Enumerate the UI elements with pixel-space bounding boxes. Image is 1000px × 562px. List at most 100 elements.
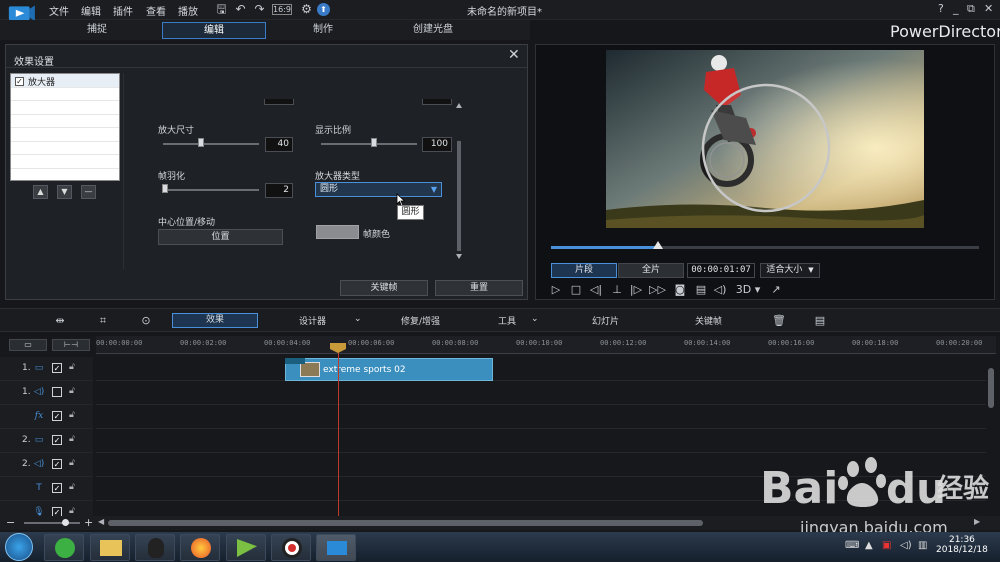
clip-mode-button[interactable]: 片段 [551, 263, 617, 278]
track-enable-checkbox[interactable]: ✓ [52, 411, 62, 421]
fit-timeline-icon[interactable]: ⇹ [52, 313, 68, 329]
menu-plugins[interactable]: 插件 [113, 3, 133, 18]
video-clip[interactable]: extreme sports 02 [285, 358, 493, 381]
slideshow-button[interactable]: 幻灯片 [592, 314, 619, 327]
track-enable-checkbox[interactable]: ✓ [52, 363, 62, 373]
designer-button[interactable]: 设计器 [299, 314, 326, 327]
preview-scrubber[interactable] [551, 241, 979, 249]
minimize-button[interactable]: _ [953, 2, 959, 15]
snapshot-camera-icon[interactable]: ◙ [672, 282, 688, 298]
ratio-value[interactable]: 100 [422, 137, 452, 152]
ime-tray-icon[interactable]: ▥ [918, 540, 927, 551]
taskbar-app-recorder[interactable] [271, 534, 311, 561]
help-button[interactable]: ? [938, 2, 944, 15]
track-enable-checkbox[interactable]: ✓ [52, 459, 62, 469]
zoom-slider-thumb[interactable] [62, 519, 69, 526]
network-tray-icon[interactable]: ▣ [882, 540, 891, 551]
taskbar-app-360[interactable] [44, 534, 84, 561]
tools-button[interactable]: 工具 [498, 314, 516, 327]
start-button[interactable] [5, 533, 33, 561]
restore-button[interactable]: ⧉ [967, 2, 975, 16]
menu-view[interactable]: 查看 [146, 3, 166, 18]
save-icon[interactable]: 🖫 [214, 2, 229, 17]
track-lock-icon[interactable]: 🔓︎ [69, 482, 75, 492]
track-enable-checkbox[interactable]: ✓ [52, 435, 62, 445]
3d-mode-button[interactable]: 3D ▾ [735, 282, 761, 298]
frame-color-swatch[interactable] [316, 225, 359, 239]
track-lock-icon[interactable]: 🔓︎ [69, 506, 75, 516]
upgrade-icon[interactable]: ⬆ [317, 3, 330, 16]
aspect-ratio-icon[interactable]: 16:9 [272, 4, 292, 15]
tab-produce[interactable]: 制作 [286, 22, 360, 39]
track-enable-checkbox[interactable]: ✓ [52, 483, 62, 493]
undock-preview-icon[interactable]: ↗ [768, 282, 784, 298]
track-lock-icon[interactable]: 🔓︎ [69, 458, 75, 468]
ratio-slider[interactable] [321, 143, 417, 145]
keyboard-tray-icon[interactable]: ⌨ [845, 540, 859, 551]
remove-effect-button[interactable]: — [81, 185, 96, 199]
storyboard-view-button[interactable]: ⊢⊣ [52, 339, 90, 351]
keyframe-toolbar-button[interactable]: 关键帧 [695, 314, 722, 327]
menu-file[interactable]: 文件 [49, 3, 69, 18]
tray-expand-icon[interactable]: ▲ [865, 540, 873, 551]
settings-gear-icon[interactable]: ⚙ [299, 2, 314, 17]
track-lock-icon[interactable]: 🔓︎ [69, 410, 75, 420]
scrubber-thumb[interactable] [653, 241, 663, 249]
move-up-button[interactable]: ▲ [33, 185, 48, 199]
undo-icon[interactable]: ↶ [233, 2, 248, 17]
horizontal-scroll-thumb[interactable] [108, 520, 703, 526]
volume-icon[interactable]: ◁) [712, 282, 728, 298]
split-icon[interactable]: ⊥ [609, 282, 625, 298]
subtitle-icon[interactable]: ▤ [693, 282, 709, 298]
menu-play[interactable]: 播放 [178, 3, 198, 18]
panel-close-icon[interactable]: ✕ [508, 47, 520, 63]
track-lock-icon[interactable]: 🔓︎ [69, 434, 75, 444]
panel-scrollbar[interactable] [456, 103, 462, 259]
feather-slider[interactable] [163, 189, 259, 191]
taskbar-clock[interactable]: 21:36 2018/12/18 [936, 535, 988, 555]
repair-enhance-button[interactable]: 修复/增强 [401, 314, 440, 327]
track-row[interactable] [96, 405, 986, 429]
tab-capture[interactable]: 捕捉 [60, 22, 134, 39]
zoom-slider[interactable] [24, 522, 80, 524]
feather-slider-thumb[interactable] [161, 184, 168, 193]
ratio-slider-thumb[interactable] [370, 138, 377, 147]
designer-dropdown-icon[interactable]: ⌄ [354, 314, 362, 324]
stop-icon[interactable]: □ [568, 282, 584, 298]
timeline-view-button[interactable]: ▭ [9, 339, 47, 351]
magnifier-type-dropdown[interactable]: 圆形 ▼ [315, 182, 442, 197]
scroll-left-icon[interactable]: ◀ [98, 517, 104, 526]
taskbar-app-explorer[interactable] [90, 534, 130, 561]
track-lock-icon[interactable]: 🔓︎ [69, 386, 75, 396]
position-button[interactable]: 位置 [158, 229, 283, 245]
more-features-icon[interactable]: ▤ [812, 313, 828, 329]
move-down-button[interactable]: ▼ [57, 185, 72, 199]
track-row[interactable] [96, 381, 986, 405]
timecode-display[interactable]: 00:00:01:07 [687, 263, 755, 278]
tab-create-disc[interactable]: 创建光盘 [396, 22, 470, 39]
size-slider-thumb[interactable] [198, 138, 205, 147]
taskbar-app-qq[interactable] [135, 534, 175, 561]
taskbar-app-firefox[interactable] [180, 534, 220, 561]
fix-enhance-circle-icon[interactable]: ⊙ [138, 313, 154, 329]
taskbar-app-camtasia[interactable] [226, 534, 266, 561]
previous-frame-icon[interactable]: ◁| [588, 282, 604, 298]
size-slider[interactable] [163, 143, 259, 145]
menu-edit[interactable]: 编辑 [81, 3, 101, 18]
feather-value[interactable]: 2 [265, 183, 293, 198]
fast-forward-icon[interactable]: ▷▷ [649, 282, 666, 298]
delete-trash-icon[interactable]: 🗑 [771, 313, 787, 329]
track-row[interactable] [96, 357, 986, 381]
movie-mode-button[interactable]: 全片 [618, 263, 684, 278]
timeline-ruler[interactable]: 00:00:00:00 00:00:02:00 00:00:04:00 00:00:0… [96, 336, 996, 354]
tools-dropdown-icon[interactable]: ⌄ [531, 314, 539, 324]
track-lock-icon[interactable]: 🔓︎ [69, 362, 75, 372]
effect-checkbox[interactable]: ✓ [15, 77, 24, 86]
tab-edit[interactable]: 编辑 [162, 22, 266, 39]
effect-button[interactable]: 效果 [172, 313, 258, 328]
zoom-out-icon[interactable]: − [6, 516, 15, 529]
taskbar-app-powerdirector[interactable] [316, 534, 356, 561]
fit-size-dropdown[interactable]: 适合大小 ▼ [760, 263, 820, 278]
track-enable-checkbox[interactable] [52, 387, 62, 397]
list-item[interactable]: ✓ 放大器 [11, 74, 119, 88]
